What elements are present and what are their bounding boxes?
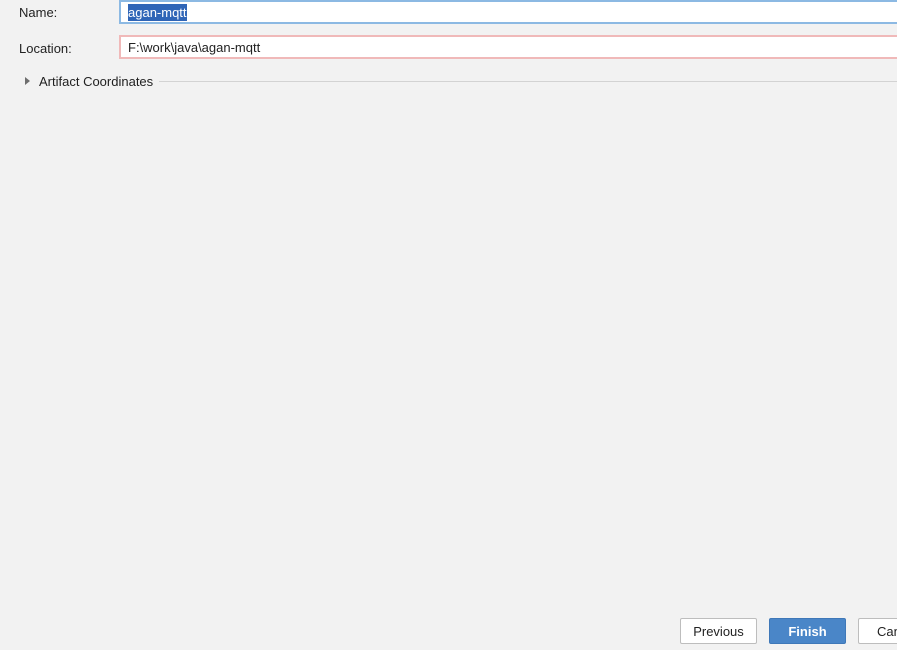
location-label: Location: — [19, 41, 72, 56]
artifact-coordinates-title[interactable]: Artifact Coordinates — [39, 74, 153, 89]
location-field[interactable]: F:\work\java\agan-mqtt — [119, 35, 897, 59]
cancel-button[interactable]: Cancel — [858, 618, 897, 644]
location-field-value: F:\work\java\agan-mqtt — [128, 39, 261, 55]
name-field-value: agan-mqtt — [128, 3, 187, 21]
finish-button[interactable]: Finish — [769, 618, 846, 644]
previous-button[interactable]: Previous — [680, 618, 757, 644]
section-divider — [159, 80, 897, 82]
name-field[interactable]: agan-mqtt — [119, 0, 897, 24]
artifact-coordinates-section[interactable]: Artifact Coordinates — [22, 72, 897, 90]
name-label: Name: — [19, 5, 58, 20]
expand-triangle-icon[interactable] — [25, 77, 30, 85]
